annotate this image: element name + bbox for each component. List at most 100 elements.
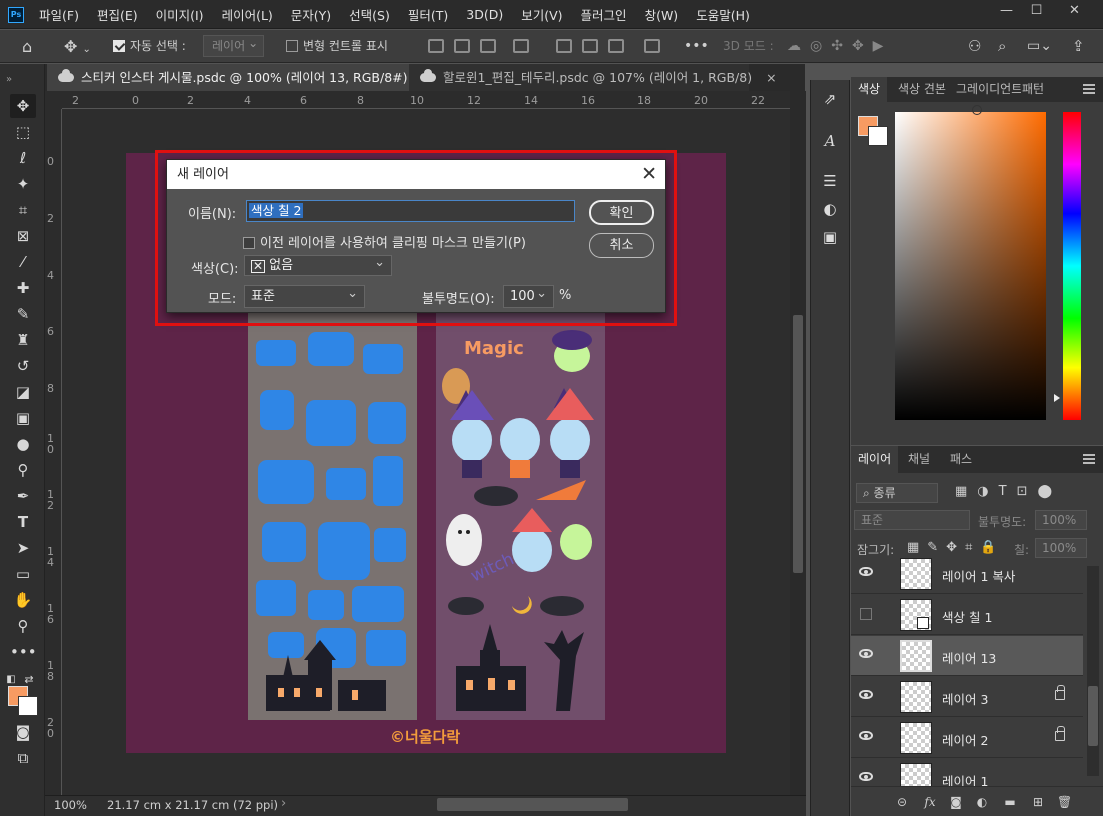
document-tab-inactive[interactable]: 할로윈1_편집_테두리.psdc @ 107% (레이어 1, RGB/8) × (409, 64, 777, 91)
status-menu-arrow-icon[interactable]: › (281, 796, 286, 811)
delete-layer-icon[interactable]: 🗑 (1057, 795, 1072, 809)
menu-view[interactable]: 보기(V) (512, 5, 571, 24)
zoom-tool-icon[interactable]: ⚲ (10, 614, 36, 638)
menu-3d[interactable]: 3D(D) (457, 7, 512, 22)
healing-brush-tool-icon[interactable]: ✚ (10, 276, 36, 300)
hand-tool-icon[interactable]: ✋ (10, 588, 36, 612)
distribute-icon[interactable] (513, 39, 529, 53)
sticker-sheet-left[interactable] (248, 260, 417, 720)
search-icon[interactable]: ⌕ (998, 30, 1006, 63)
auto-select-checkbox[interactable] (113, 40, 125, 52)
document-tab-active[interactable]: 스티커 인스타 게시물.psdc @ 100% (레이어 13, RGB/8#)… (47, 64, 453, 91)
color-panel-background-swatch[interactable] (868, 126, 888, 146)
tab-gradients[interactable]: 그레이디언트 (949, 77, 1021, 102)
layer-opacity-input[interactable]: 100% (1035, 510, 1087, 530)
edit-toolbar-icon[interactable]: ••• (10, 640, 37, 664)
history-panel-icon[interactable]: ⇗ (819, 88, 841, 110)
close-window-button[interactable]: ✕ (1058, 0, 1091, 24)
menu-select[interactable]: 선택(S) (340, 5, 399, 24)
rectangle-tool-icon[interactable]: ▭ (10, 562, 36, 586)
align-left-icon[interactable] (428, 39, 444, 53)
tab-color[interactable]: 색상 (851, 77, 888, 102)
panel-menu-icon[interactable] (1083, 454, 1095, 464)
lock-icons[interactable]: ▦✎✥⌗🔒 (907, 540, 1005, 555)
libraries-panel-icon[interactable]: ▣ (819, 226, 841, 248)
align-bottom-icon[interactable] (608, 39, 624, 53)
tab-paths[interactable]: 패스 (943, 446, 979, 473)
visibility-eye-icon[interactable] (859, 731, 873, 740)
home-icon[interactable]: ⌂ (22, 30, 32, 63)
transform-controls-option[interactable]: 변형 컨트롤 표시 (286, 30, 388, 63)
new-group-icon[interactable]: ▬ (1003, 795, 1017, 809)
layer-row[interactable]: 레이어 1 복사 (851, 554, 1083, 594)
align-top-icon[interactable] (556, 39, 572, 53)
layer-filter-icons[interactable]: ▦◑T⊡⬤ (955, 484, 1062, 499)
screen-mode-icon[interactable]: ⧉ (10, 746, 36, 770)
type-tool-icon[interactable]: T (10, 510, 36, 534)
menu-layer[interactable]: 레이어(L) (213, 5, 282, 24)
layers-scrollbar-thumb[interactable] (1088, 686, 1098, 746)
move-tool-preset-icon[interactable]: ✥ ⌄ (64, 30, 91, 63)
hue-slider-handle-icon[interactable] (1054, 394, 1060, 402)
share-icon[interactable]: ⇪ (1072, 30, 1085, 63)
stamp-tool-icon[interactable]: ♜ (10, 328, 36, 352)
more-options-button[interactable]: ••• (684, 30, 709, 63)
marquee-tool-icon[interactable]: ⬚ (10, 120, 36, 144)
hue-slider[interactable] (1063, 112, 1081, 420)
layer-row-selected[interactable]: 레이어 13 (851, 636, 1083, 676)
tab-patterns[interactable]: 패턴 (1015, 77, 1051, 102)
menu-edit[interactable]: 편집(E) (88, 5, 147, 24)
layer-row[interactable]: 색상 칠 1 (851, 595, 1083, 635)
minimize-button[interactable]: — (990, 0, 1023, 24)
layer-row[interactable]: 레이어 3 (851, 677, 1083, 717)
vertical-scrollbar-thumb[interactable] (793, 315, 803, 573)
color-picker-cursor[interactable] (972, 105, 982, 115)
auto-select-option[interactable]: 자동 선택 : (113, 30, 186, 63)
frame-tool-icon[interactable]: ⊠ (10, 224, 36, 248)
visibility-eye-icon[interactable] (859, 567, 873, 576)
menu-file[interactable]: 파일(F) (30, 5, 88, 24)
collapse-icon[interactable]: » (6, 68, 32, 92)
menu-image[interactable]: 이미지(I) (147, 5, 213, 24)
eraser-tool-icon[interactable]: ◪ (10, 380, 36, 404)
tab-close-icon[interactable]: × (766, 70, 776, 85)
brush-tool-icon[interactable]: ✎ (10, 302, 36, 326)
sticker-sheet-right[interactable]: Magic witch (436, 260, 605, 720)
layer-row[interactable]: 레이어 2 (851, 718, 1083, 758)
menu-help[interactable]: 도움말(H) (687, 5, 759, 24)
horizontal-scrollbar-thumb[interactable] (437, 798, 628, 811)
new-layer-icon[interactable]: ⊞ (1031, 795, 1045, 809)
path-selection-tool-icon[interactable]: ➤ (10, 536, 36, 560)
visibility-eye-icon[interactable] (859, 690, 873, 699)
character-panel-icon[interactable]: A (819, 130, 841, 152)
user-search-icon[interactable]: ⚇ (968, 30, 981, 63)
adjustments-panel-icon[interactable]: ◐ (819, 198, 841, 220)
tab-channels[interactable]: 채널 (901, 446, 937, 473)
fx-icon[interactable]: fx (923, 795, 937, 809)
crop-tool-icon[interactable]: ⌗ (10, 198, 36, 222)
distribute-vertical-icon[interactable] (644, 39, 660, 53)
panel-menu-icon[interactable] (1083, 84, 1095, 94)
dodge-tool-icon[interactable]: ⚲ (10, 458, 36, 482)
visibility-eye-icon[interactable] (859, 772, 873, 781)
tab-swatches[interactable]: 색상 견본 (891, 77, 953, 102)
align-center-icon[interactable] (454, 39, 470, 53)
color-field[interactable] (895, 105, 1046, 420)
lasso-tool-icon[interactable]: ℓ (10, 146, 36, 170)
history-brush-tool-icon[interactable]: ↺ (10, 354, 36, 378)
align-middle-icon[interactable] (582, 39, 598, 53)
adjustment-layer-icon[interactable]: ◐ (975, 795, 989, 809)
add-mask-icon[interactable]: ◙ (949, 795, 963, 809)
maximize-button[interactable]: ☐ (1020, 0, 1053, 24)
properties-panel-icon[interactable]: ☰ (819, 170, 841, 192)
layers-scrollbar[interactable] (1087, 566, 1099, 776)
align-right-icon[interactable] (480, 39, 496, 53)
quick-mask-icon[interactable]: ◙ (10, 720, 36, 744)
auto-select-dropdown[interactable]: 레이어 (203, 33, 265, 57)
magic-wand-tool-icon[interactable]: ✦ (10, 172, 36, 196)
transform-controls-checkbox[interactable] (286, 40, 298, 52)
background-color-swatch[interactable] (18, 696, 38, 716)
tab-layers[interactable]: 레이어 (851, 446, 899, 473)
eyedropper-tool-icon[interactable]: ⁄ (10, 250, 36, 274)
link-layers-icon[interactable]: ⊝ (895, 795, 909, 809)
